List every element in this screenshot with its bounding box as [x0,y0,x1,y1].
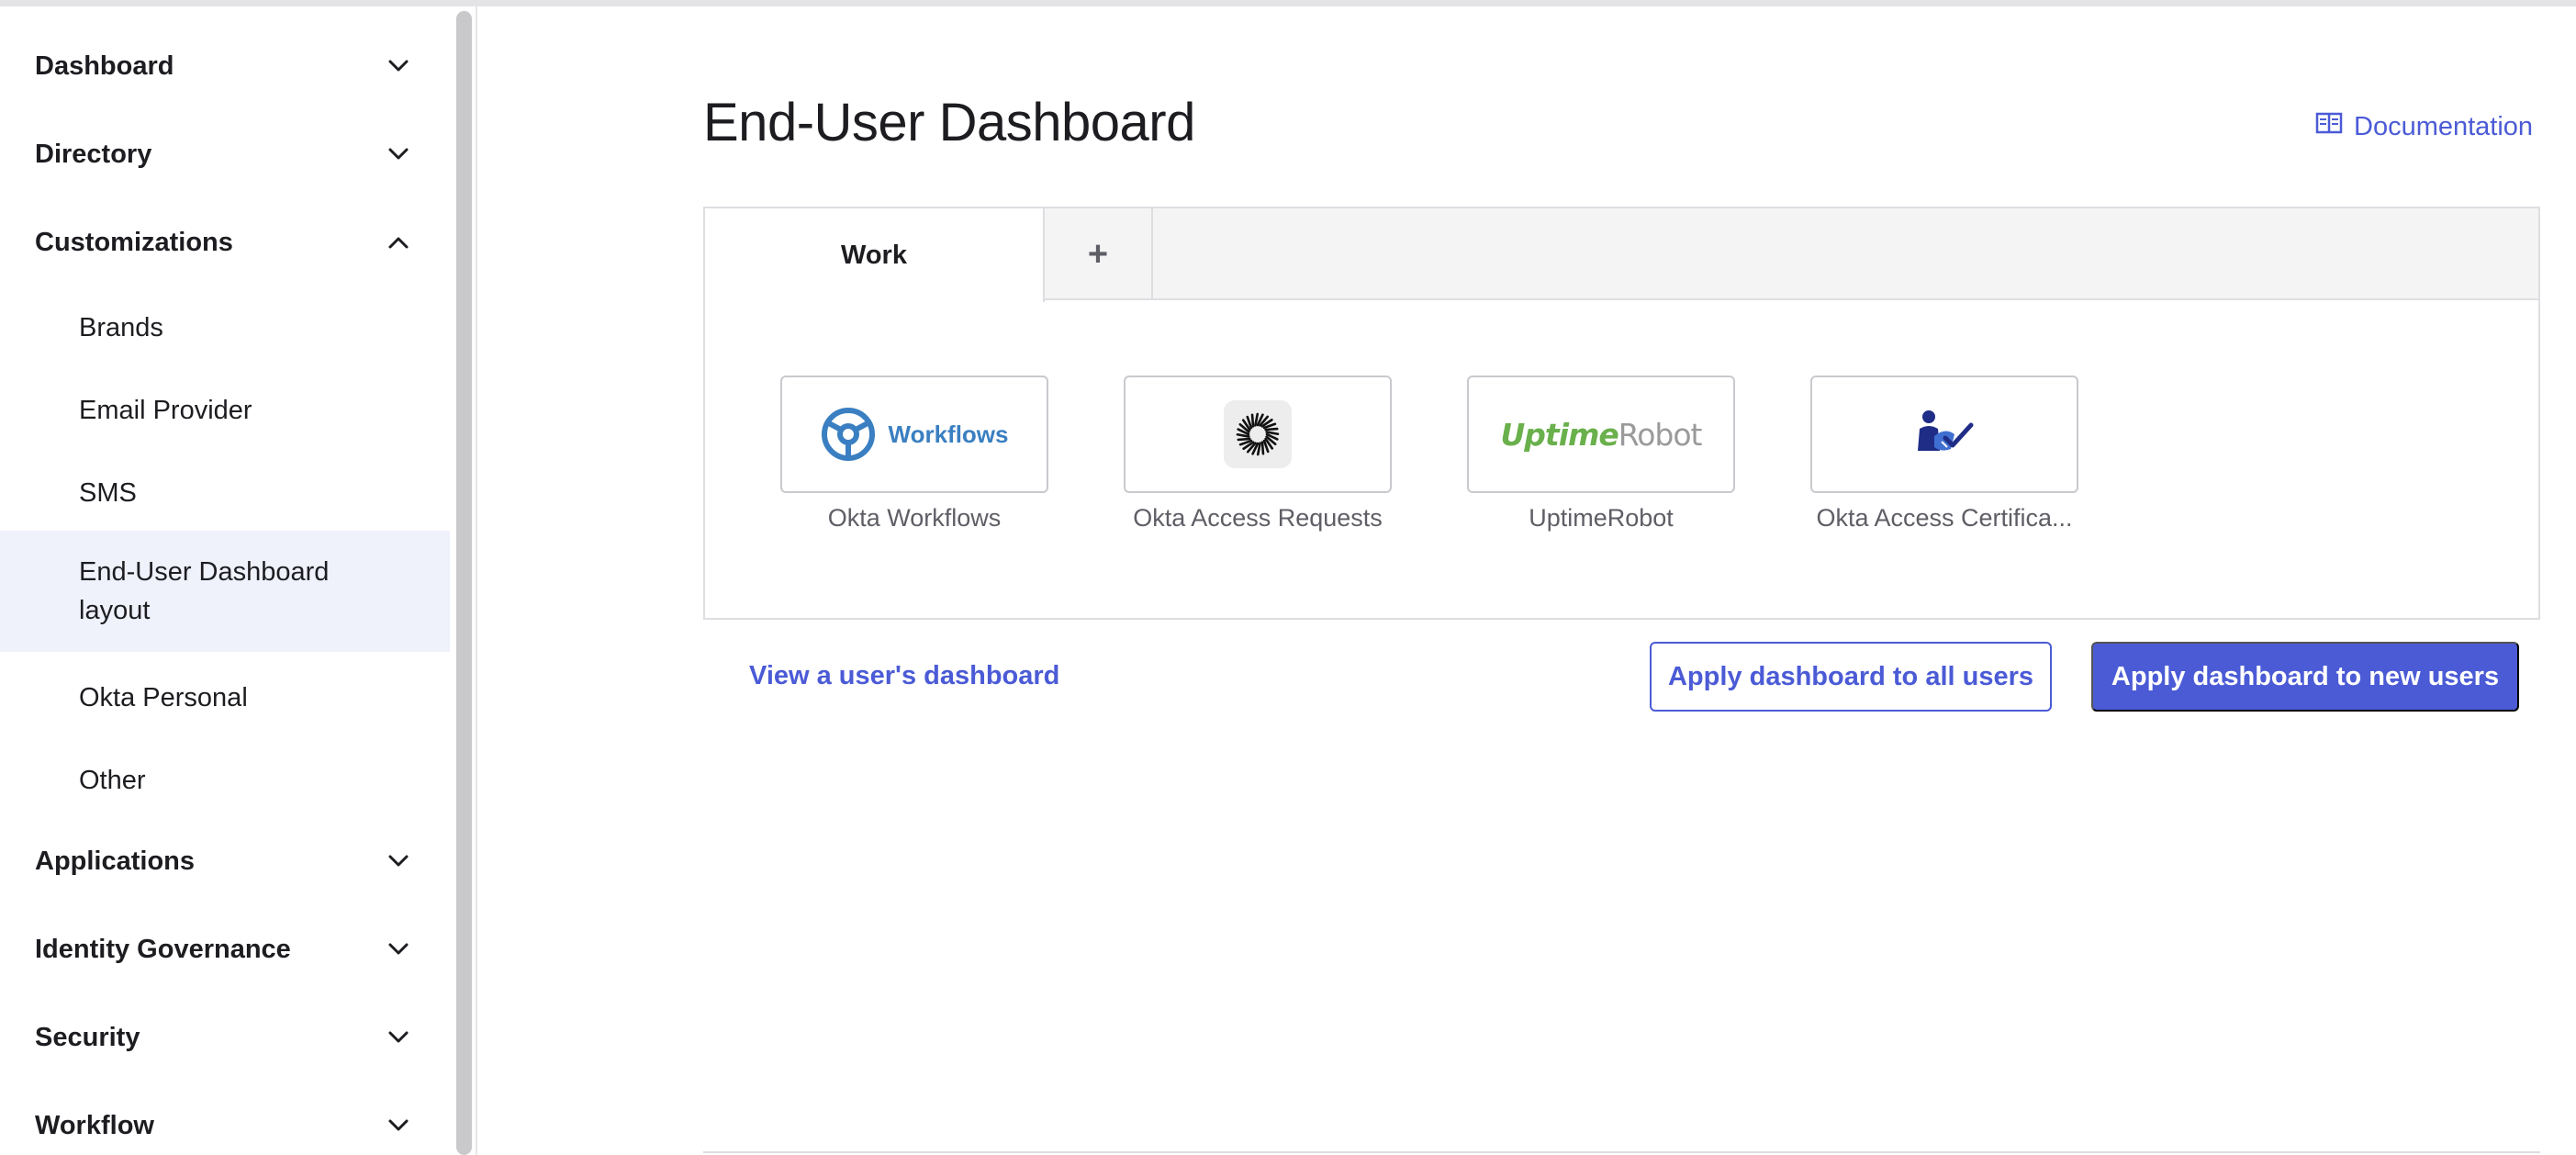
documentation-link[interactable]: Documentation [2315,108,2533,145]
workflows-logo-icon: Workflows [821,407,1009,462]
app-uptimerobot[interactable]: UptimeRobot UptimeRobot [1467,376,1735,533]
sidebar-section-applications[interactable]: Applications [0,829,450,893]
dashboard-layout-panel: Work + Workflows Okta Workflows Okta Acc… [703,207,2540,620]
access-certifications-logo-icon [1914,409,1975,461]
sidebar-section-directory[interactable]: Directory [0,122,450,186]
chevron-down-icon [386,53,411,79]
sidebar-section-label: Identity Governance [35,934,291,964]
workflows-logo-text: Workflows [888,420,1009,448]
sidebar-section-security[interactable]: Security [0,1005,450,1070]
sidebar-item-label: End-User Dashboard layout [79,557,330,625]
sidebar-item-other[interactable]: Other [0,744,450,817]
apply-dashboard-all-users-button[interactable]: Apply dashboard to all users [1650,642,2052,712]
chevron-down-icon [386,141,411,167]
sidebar-item-okta-personal[interactable]: Okta Personal [0,661,450,734]
uptimerobot-logo-icon: UptimeRobot [1500,416,1703,453]
app-tile[interactable] [1124,376,1392,493]
view-user-dashboard-link[interactable]: View a user's dashboard [749,661,1059,691]
apply-dashboard-new-users-button[interactable]: Apply dashboard to new users [2091,642,2519,712]
sidebar-section-label: Customizations [35,227,233,257]
app-tile[interactable]: Workflows [780,376,1048,493]
app-name: UptimeRobot [1529,504,1674,532]
sidebar-section-customizations[interactable]: Customizations [0,210,450,275]
app-okta-workflows[interactable]: Workflows Okta Workflows [780,376,1048,533]
sidebar-section-label: Security [35,1022,140,1052]
page-title: End-User Dashboard [703,93,1195,152]
app-name: Okta Access Requests [1133,504,1383,532]
app-tile[interactable]: UptimeRobot [1467,376,1735,493]
sidebar-section-workflow[interactable]: Workflow [0,1093,450,1155]
sidebar-scrollbar-thumb[interactable] [456,11,472,1155]
app-okta-access-requests[interactable]: Okta Access Requests [1124,376,1392,533]
content-bottom-divider [703,1151,2540,1153]
sidebar-section-label: Workflow [35,1110,154,1140]
app-tile[interactable] [1810,376,2078,493]
sidebar-item-sms[interactable]: SMS [0,456,450,530]
sidebar-section-label: Applications [35,846,196,876]
chevron-up-icon [386,230,411,255]
chevron-down-icon [386,936,411,962]
chevron-down-icon [386,848,411,874]
book-icon [2315,111,2343,142]
app-name: Okta Access Certifica... [1816,504,2073,532]
sidebar-item-email-provider[interactable]: Email Provider [0,374,450,447]
add-tab-button[interactable]: + [1045,208,1153,300]
sidebar-section-dashboard[interactable]: Dashboard [0,34,450,98]
tab-work[interactable]: Work [705,208,1045,302]
sidebar-section-label: Directory [35,139,152,169]
sidebar-section-identity-governance[interactable]: Identity Governance [0,917,450,981]
app-okta-access-certifications[interactable]: Okta Access Certifica... [1810,376,2078,533]
sidebar-item-label: Other [79,766,146,795]
top-border [0,0,2576,6]
chevron-down-icon [386,1025,411,1050]
sidebar-item-end-user-dashboard-layout[interactable]: End-User Dashboard layout [0,531,450,652]
sidebar-divider [476,6,477,1155]
chevron-down-icon [386,1113,411,1138]
sidebar-nav: Dashboard Directory Customizations Brand… [0,6,450,1155]
app-name: Okta Workflows [827,504,1002,532]
sidebar-item-brands[interactable]: Brands [0,291,450,364]
documentation-label: Documentation [2354,111,2534,141]
sidebar-item-label: Okta Personal [79,683,248,712]
sidebar-item-label: Email Provider [79,396,252,425]
sidebar-section-label: Dashboard [35,50,174,81]
sidebar-item-label: Brands [79,313,163,342]
sidebar-item-label: SMS [79,478,137,508]
access-requests-logo-icon [1224,400,1292,468]
